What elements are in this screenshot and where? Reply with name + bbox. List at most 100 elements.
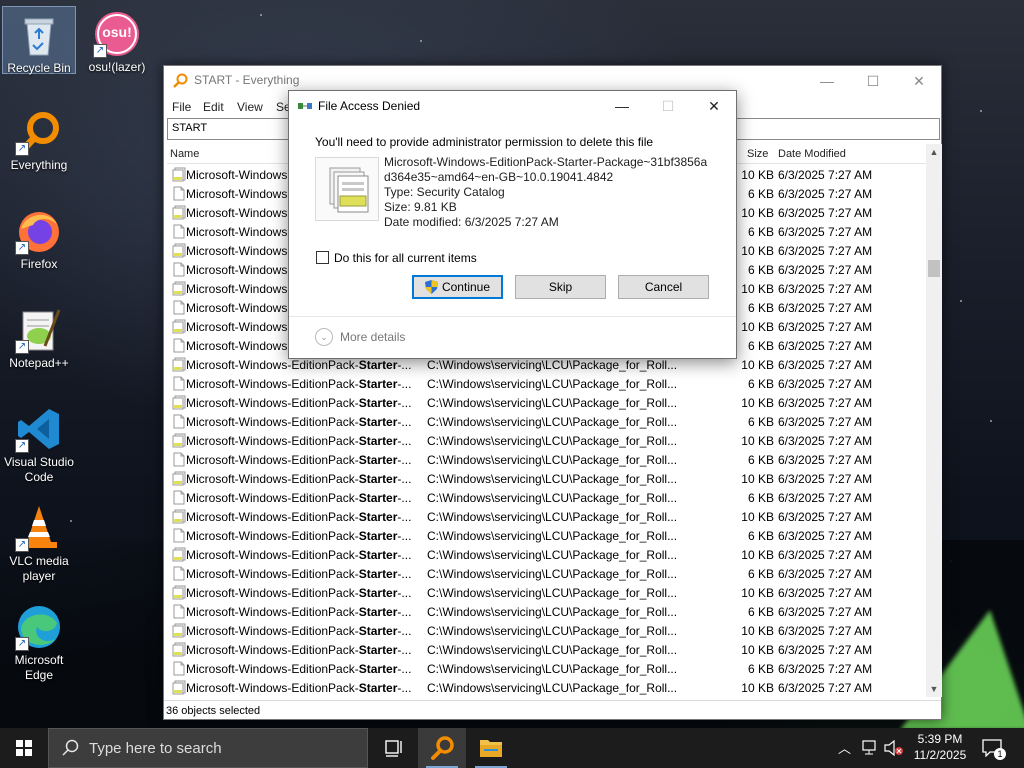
file-date-cell: 6/3/2025 7:27 AM (778, 586, 873, 600)
apply-to-all-label[interactable]: Do this for all current items (334, 251, 477, 265)
desktop-icon-everything[interactable]: ↗ Everything (2, 104, 76, 173)
chevron-up-icon[interactable]: ︿ (838, 738, 851, 757)
taskbar-clock[interactable]: 5:39 PM 11/2/2025 (905, 731, 975, 763)
file-name-text: Microsoft-Windows-EditionPack- (186, 681, 359, 695)
cancel-button[interactable]: Cancel (618, 275, 709, 299)
table-row[interactable]: Microsoft-Windows-EditionPack-Starter-..… (167, 488, 927, 507)
file-access-denied-dialog: File Access Denied — ☐ ✕ You'll need to … (288, 90, 737, 359)
file-name-text: -... (397, 624, 412, 638)
table-row[interactable]: Microsoft-Windows-EditionPack-Starter-..… (167, 507, 927, 526)
file-name-cell: Microsoft-Windows-EditionPack-Starter-..… (186, 624, 418, 638)
skip-button[interactable]: Skip (515, 275, 606, 299)
table-row[interactable]: Microsoft-Windows-EditionPack-Starter-..… (167, 374, 927, 393)
desktop-icon-osu-lazer[interactable]: osu! ↗ osu!(lazer) (80, 6, 154, 75)
file-size-cell: 10 KB (741, 206, 774, 220)
file-name-text: Microsoft-Windows-EditionPack- (186, 434, 359, 448)
file-path-cell: C:\Windows\servicing\LCU\Package_for_Rol… (427, 396, 678, 410)
desktop-icon-recycle-bin[interactable]: Recycle Bin (2, 6, 76, 75)
file-size-cell: 10 KB (741, 434, 774, 448)
status-bar: 36 objects selected (164, 700, 941, 720)
everything-app-icon (173, 73, 188, 88)
document-file-icon (173, 661, 185, 676)
column-header-name[interactable]: Name (170, 148, 199, 160)
taskbar-everything-button[interactable] (418, 728, 466, 768)
table-row[interactable]: Microsoft-Windows-EditionPack-Starter-..… (167, 431, 927, 450)
file-name-text: Microsoft-Windows (186, 206, 288, 220)
file-name-text: -... (397, 358, 412, 372)
table-row[interactable]: Microsoft-Windows-EditionPack-Starter-..… (167, 412, 927, 431)
file-name-text: -... (397, 567, 412, 581)
document-file-icon (173, 338, 185, 353)
desktop-icon-firefox[interactable]: ↗ Firefox (2, 203, 76, 272)
table-row[interactable]: Microsoft-Windows-EditionPack-Starter-..… (167, 393, 927, 412)
maximize-icon: ☐ (866, 73, 880, 89)
file-date-cell: 6/3/2025 7:27 AM (778, 529, 873, 543)
column-header-size[interactable]: Size (747, 148, 768, 160)
file-size-cell: 6 KB (747, 339, 774, 353)
file-size-cell: 10 KB (741, 358, 774, 372)
vscode-icon: ↗ (15, 405, 63, 453)
file-name-text: -... (397, 529, 412, 543)
desktop-icon-edge[interactable]: ↗ Microsoft Edge (2, 599, 76, 683)
table-row[interactable]: Microsoft-Windows-EditionPack-Starter-..… (167, 526, 927, 545)
results-scrollbar[interactable]: ▲ ▼ (926, 144, 942, 697)
desktop-icon-notepadpp[interactable]: ↗ Notepad++ (2, 302, 76, 371)
cancel-button-label: Cancel (644, 280, 683, 294)
security-catalog-icon (329, 167, 369, 213)
dialog-close-button[interactable]: ✕ (691, 91, 737, 121)
scroll-up-arrow[interactable]: ▲ (926, 144, 942, 160)
file-name-text: Microsoft-Windows (186, 225, 288, 239)
table-row[interactable]: Microsoft-Windows-EditionPack-Starter-..… (167, 621, 927, 640)
table-row[interactable]: Microsoft-Windows-EditionPack-Starter-..… (167, 450, 927, 469)
table-row[interactable]: Microsoft-Windows-EditionPack-Starter-..… (167, 583, 927, 602)
desktop-icon-label: Everything (10, 158, 68, 172)
file-date-cell: 6/3/2025 7:27 AM (778, 282, 873, 296)
taskbar-search-box[interactable]: Type here to search (48, 728, 368, 768)
taskbar-file-explorer-button[interactable] (467, 728, 515, 768)
menu-edit[interactable]: Edit (203, 100, 224, 114)
file-name-text: Microsoft-Windows (186, 301, 288, 315)
file-date-cell: 6/3/2025 7:27 AM (778, 225, 873, 239)
table-row[interactable]: Microsoft-Windows-EditionPack-Starter-..… (167, 640, 927, 659)
menu-file[interactable]: File (172, 100, 191, 114)
file-date-cell: 6/3/2025 7:27 AM (778, 453, 873, 467)
table-row[interactable]: Microsoft-Windows-EditionPack-Starter-..… (167, 469, 927, 488)
minimize-button[interactable]: — (804, 66, 850, 96)
vlc-cone-icon: ↗ (15, 504, 63, 552)
table-row[interactable]: Microsoft-Windows-EditionPack-Starter-..… (167, 602, 927, 621)
shortcut-arrow-icon: ↗ (15, 637, 29, 651)
apply-to-all-checkbox[interactable] (316, 251, 329, 264)
volume-muted-icon[interactable] (884, 740, 904, 756)
menu-view[interactable]: View (237, 100, 263, 114)
start-button[interactable] (0, 728, 48, 768)
action-center-button[interactable]: 1 (980, 728, 1024, 768)
file-name-text: Microsoft-Windows-EditionPack- (186, 491, 359, 505)
system-tray: ︿ (836, 728, 906, 768)
file-name-cell: Microsoft-Windows-EditionPack-Starter-..… (186, 567, 418, 581)
close-button[interactable]: ✕ (896, 66, 942, 96)
network-icon[interactable] (862, 740, 880, 756)
file-name-text: Microsoft-Windows-EditionPack- (186, 377, 359, 391)
dialog-titlebar[interactable]: File Access Denied — ☐ ✕ (289, 91, 736, 121)
document-file-icon (173, 224, 185, 239)
task-view-button[interactable] (370, 728, 418, 768)
table-row[interactable]: Microsoft-Windows-EditionPack-Starter-..… (167, 564, 927, 583)
scroll-down-arrow[interactable]: ▼ (926, 681, 942, 697)
file-name-cell: Microsoft-Windows-EditionPack-Starter-..… (186, 434, 418, 448)
file-path-cell: C:\Windows\servicing\LCU\Package_for_Rol… (427, 529, 678, 543)
table-row[interactable]: Microsoft-Windows-EditionPack-Starter-..… (167, 678, 927, 697)
table-row[interactable]: Microsoft-Windows-EditionPack-Starter-..… (167, 659, 927, 678)
desktop-icon-label: Firefox (20, 257, 58, 271)
file-name-text: -... (397, 453, 412, 467)
column-header-date[interactable]: Date Modified (778, 148, 846, 160)
table-row[interactable]: Microsoft-Windows-EditionPack-Starter-..… (167, 545, 927, 564)
search-icon (62, 739, 79, 756)
scroll-thumb[interactable] (928, 260, 940, 277)
dialog-minimize-button[interactable]: — (599, 91, 645, 121)
continue-button[interactable]: Continue (412, 275, 503, 299)
file-path-cell: C:\Windows\servicing\LCU\Package_for_Rol… (427, 643, 678, 657)
uac-shield-icon (424, 280, 438, 294)
desktop-icon-vscode[interactable]: ↗ Visual Studio Code (2, 401, 76, 485)
desktop-icon-vlc[interactable]: ↗ VLC media player (2, 500, 76, 584)
maximize-button[interactable]: ☐ (850, 66, 896, 96)
